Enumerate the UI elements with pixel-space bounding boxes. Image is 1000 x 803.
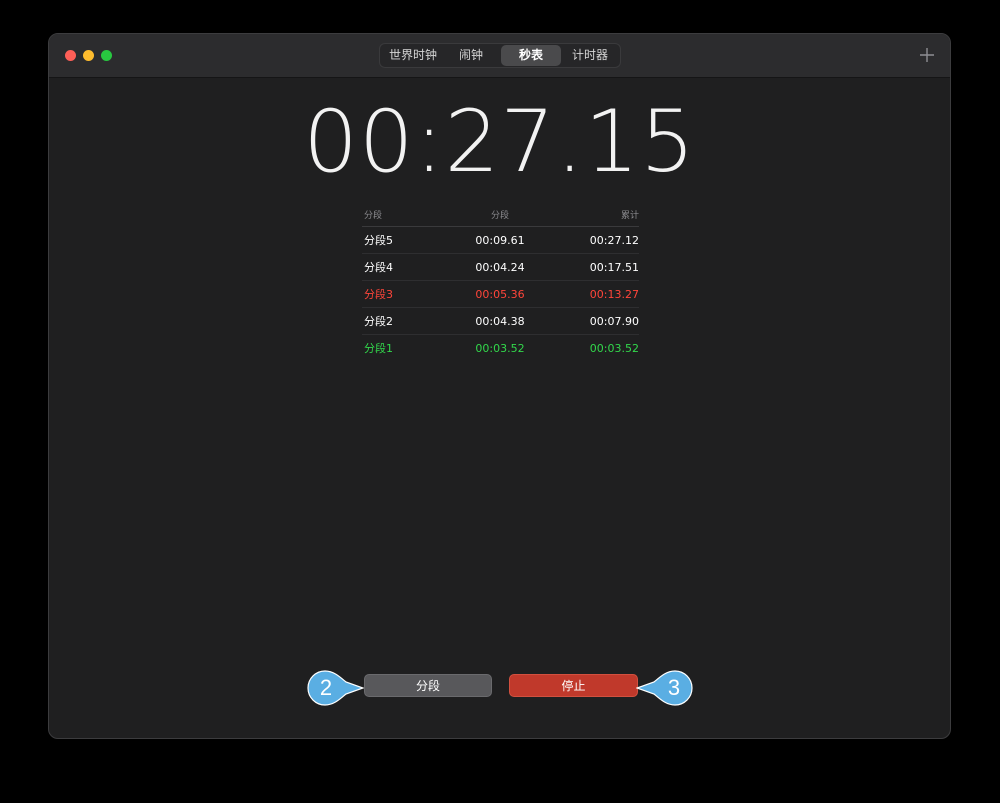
lap-split-time: 00:03.52 <box>475 341 525 355</box>
lap-split-time: 00:09.61 <box>475 233 525 247</box>
close-window-button[interactable] <box>65 50 76 61</box>
stop-button[interactable]: 停止 <box>509 674 638 697</box>
lap-column-header: 分段 <box>364 210 383 221</box>
tab-stopwatch[interactable]: 秒表 <box>501 45 561 66</box>
lap-label: 分段1 <box>364 342 393 355</box>
lap-split-time: 00:04.38 <box>475 314 525 328</box>
lap-total-time: 00:03.52 <box>589 341 639 355</box>
lap-total-time: 00:07.90 <box>589 314 639 328</box>
lap-total-time: 00:27.12 <box>589 233 639 247</box>
tab-timer[interactable]: 计时器 <box>561 45 619 66</box>
lap-total-time: 00:13.27 <box>589 287 639 301</box>
plus-icon[interactable] <box>916 44 938 66</box>
total-column-header: 累计 <box>620 210 639 221</box>
lap-label: 分段2 <box>364 315 393 328</box>
split-column-header: 分段 <box>490 210 509 221</box>
clock-app-window: 世界时钟 闹钟 秒表 计时器 00:27.15 分段 分段 累计 分段5 00:… <box>48 33 951 739</box>
title-bar: 世界时钟 闹钟 秒表 计时器 <box>49 34 950 78</box>
lap-total-time: 00:17.51 <box>589 260 639 274</box>
callout-number-right: 3 <box>667 675 681 700</box>
lap-button[interactable]: 分段 <box>364 674 492 697</box>
lap-label: 分段3 <box>364 288 393 301</box>
tab-world-clock[interactable]: 世界时钟 <box>381 45 441 66</box>
mode-tab-bar: 世界时钟 闹钟 秒表 计时器 <box>379 43 621 68</box>
lap-row: 分段1 00:03.52 00:03.52 <box>362 335 639 361</box>
minimize-window-button[interactable] <box>83 50 94 61</box>
laps-table-header: 分段 分段 累计 <box>362 202 639 227</box>
laps-table: 分段 分段 累计 分段5 00:09.61 00:27.12 分段4 00:04… <box>362 202 639 361</box>
stopwatch-display: 00:27.15 <box>303 92 696 192</box>
lap-split-time: 00:04.24 <box>475 260 525 274</box>
tab-alarm[interactable]: 闹钟 <box>441 45 501 66</box>
lap-row: 分段2 00:04.38 00:07.90 <box>362 308 639 335</box>
lap-row: 分段3 00:05.36 00:13.27 <box>362 281 639 308</box>
zoom-window-button[interactable] <box>101 50 112 61</box>
lap-row: 分段5 00:09.61 00:27.12 <box>362 227 639 254</box>
callout-number-left: 2 <box>319 675 333 700</box>
lap-row: 分段4 00:04.24 00:17.51 <box>362 254 639 281</box>
lap-split-time: 00:05.36 <box>475 287 525 301</box>
lap-label: 分段4 <box>364 261 393 274</box>
lap-label: 分段5 <box>364 234 393 247</box>
